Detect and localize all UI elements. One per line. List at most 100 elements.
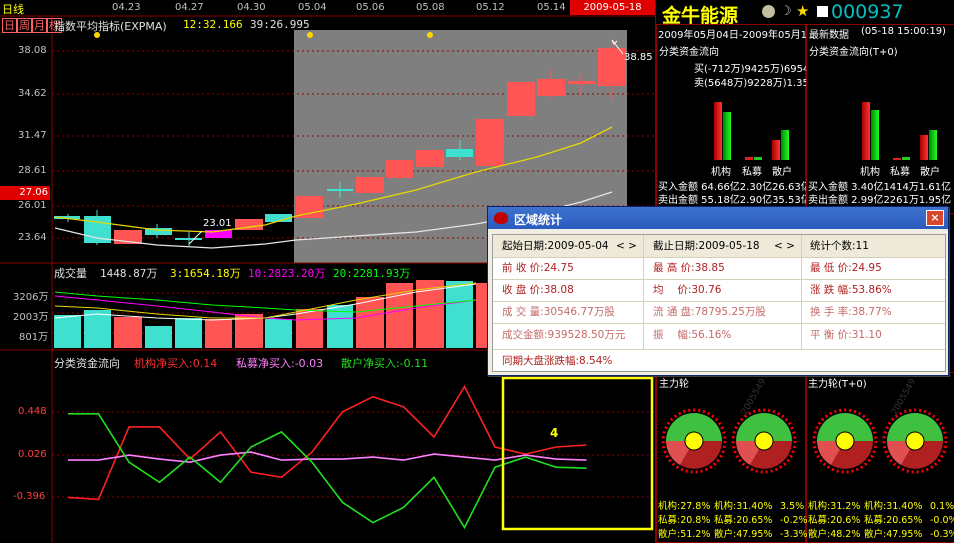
cat-label: 私募 (890, 167, 910, 178)
bar-private-sell-t0 (902, 157, 910, 160)
price-axis-label: 31.47 (18, 130, 47, 141)
pct-cell: -0.0% (930, 515, 954, 526)
stock-code: 000937 (831, 1, 904, 23)
pct-cell: 散户:48.2% (808, 529, 861, 540)
turnover-rate: 换 手 率:38.77% (810, 306, 892, 318)
sell-row: 卖(5648万)9228万)1.35亿 (694, 78, 806, 89)
right-sell-amount: 卖出金额 2.99亿2261万1.95亿 (808, 195, 952, 206)
prev-close: 前 收 价:24.75 (502, 262, 574, 274)
cat-label: 机构 (860, 167, 880, 178)
flow-axis-label: -0.396 (13, 491, 46, 502)
pct-cell: 机构:31.2% (808, 501, 861, 512)
wheel-icon (661, 408, 727, 474)
bar-inst-sell (723, 112, 731, 160)
end-date-arrows[interactable]: < > (769, 235, 795, 257)
checkbox-icon[interactable] (817, 6, 828, 17)
bar-retail-buy-t0 (920, 135, 928, 160)
pct-cell: 散户:47.95% (714, 529, 773, 540)
cat-label: 私募 (742, 167, 762, 178)
bar-retail-buy (772, 140, 780, 160)
date-label: 04.27 (175, 2, 204, 13)
turnover-amount: 成交金额:939528.50万元 (502, 329, 626, 341)
high-price: 最 高 价:38.85 (653, 262, 725, 274)
wheel-icon (731, 408, 797, 474)
wheel-icon (882, 408, 948, 474)
tab-day[interactable]: 日 (2, 18, 17, 33)
start-date-arrows[interactable]: < > (611, 235, 637, 257)
dialog-titlebar[interactable]: 区域统计 × (488, 207, 948, 229)
pct-cell: -0.3% (930, 529, 954, 540)
bar-retail-sell (781, 130, 789, 160)
price-axis-label: 26.01 (18, 200, 47, 211)
pct-cell: 0.1% (930, 501, 954, 512)
volume-title: 成交量 (54, 267, 87, 280)
wheel-title-left: 主力轮 (659, 379, 689, 390)
bar-inst-sell-t0 (871, 110, 879, 160)
market-change: 同期大盘涨跌幅:8.54% (502, 355, 613, 367)
volume-total: 成 交 量:30546.77万股 (502, 306, 615, 318)
left-sell-amount: 卖出金额 55.18亿2.90亿35.53亿 (658, 195, 806, 206)
volume-ma3: 3:1654.18万 (170, 267, 241, 280)
star-icon[interactable]: ★ (796, 2, 809, 20)
float-shares: 流 通 盘:78795.25万股 (653, 306, 766, 318)
flow-title: 分类资金流向 (54, 357, 120, 370)
latest-label: 最新数据 (809, 30, 849, 41)
bar-private-buy (745, 157, 753, 160)
cat-label: 散户 (920, 167, 940, 178)
volume-bars (54, 280, 504, 348)
date-label: 04.23 (112, 2, 141, 13)
bar-retail-sell-t0 (929, 130, 937, 160)
wheel-icon (812, 408, 878, 474)
cat-label: 机构 (711, 167, 731, 178)
moon-icon[interactable]: ☽ (780, 4, 792, 19)
latest-time: (05-18 15:00:19) (861, 26, 946, 37)
selection-marker: 4 (550, 426, 559, 440)
pct-cell: 私募:20.6% (808, 515, 861, 526)
bar-private-sell (754, 157, 762, 160)
flow-title-right: 分类资金流向(T+0) (809, 47, 898, 58)
flow-title-left: 分类资金流向 (659, 47, 719, 58)
date-range: 2009年05月04日-2009年05月18日 (658, 30, 806, 41)
close-icon[interactable]: × (926, 210, 944, 226)
low-price: 最 低 价:24.95 (810, 262, 882, 274)
flow-retail-value: 散户净买入:-0.11 (341, 357, 429, 370)
pct-cell: 私募:20.8% (658, 515, 711, 526)
pct-cell: 机构:31.40% (864, 501, 923, 512)
main-force-wheels (661, 408, 948, 474)
volume-axis-label: 801万 (19, 332, 49, 343)
close-price: 收 盘 价:38.08 (502, 284, 574, 296)
wheel-title-right: 主力轮(T+0) (808, 379, 867, 390)
flow-axis-label: 0.448 (18, 406, 47, 417)
price-current: 27.06 (0, 186, 50, 200)
volume-axis-label: 3206万 (13, 292, 49, 303)
date-label: 05.14 (537, 2, 566, 13)
bar-inst-buy (714, 102, 722, 160)
count-label: 统计个数:11 (810, 240, 869, 252)
pct-cell: 私募:20.65% (864, 515, 923, 526)
buy-row: 买(-712万)9425万)6954万 (694, 64, 806, 75)
flow-inst-value: 机构净买入:0.14 (134, 357, 218, 370)
bar-inst-buy-t0 (862, 102, 870, 160)
bar-private-buy-t0 (893, 158, 901, 160)
volume-axis-label: 2003万 (13, 312, 49, 323)
flow-axis-label: 0.026 (18, 449, 47, 460)
cursor-date: 2009-05-18 (570, 0, 655, 15)
pct-table: 机构:27.8% 机构:31.40% 3.5% 机构:31.2% 机构:31.4… (658, 500, 954, 542)
price-axis-label: 38.08 (18, 45, 47, 56)
date-label: 05.06 (356, 2, 385, 13)
pct-cell: 散户:47.95% (864, 529, 923, 540)
dialog-title: 区域统计 (514, 213, 563, 227)
date-label: 05.08 (416, 2, 445, 13)
tab-month[interactable]: 月 (32, 18, 47, 33)
avg-price: 均 价:30.76 (653, 284, 722, 296)
flow-private-value: 私募净买入:-0.03 (236, 357, 324, 370)
change-pct: 涨 跌 幅:53.86% (810, 284, 892, 296)
pct-cell: 机构:27.8% (658, 501, 711, 512)
dialog-body: 起始日期:2009-05-04 < > 截止日期:2009-05-18 < > … (492, 234, 946, 372)
price-high-label: 38.85 (624, 52, 653, 63)
skull-icon[interactable] (762, 5, 775, 18)
region-stats-dialog: 区域统计 × 起始日期:2009-05-04 < > 截止日期:2009-05-… (487, 206, 949, 376)
tab-week[interactable]: 周 (17, 18, 32, 33)
indicator-label: 指数平均指标(EXPMA) (54, 20, 167, 33)
period-tabs: 日周月权 (2, 17, 62, 33)
